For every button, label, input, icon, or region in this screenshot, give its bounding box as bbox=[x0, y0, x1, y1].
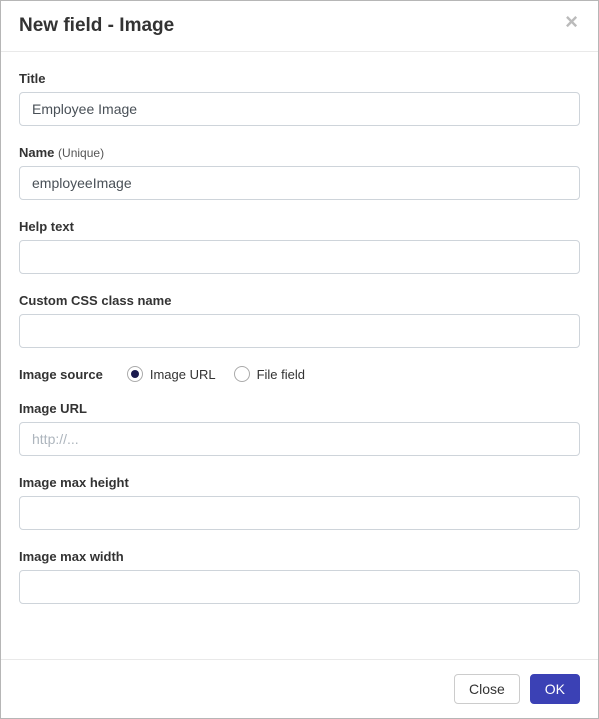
title-label: Title bbox=[19, 71, 46, 86]
imageurl-input[interactable] bbox=[19, 422, 580, 456]
image-source-label: Image source bbox=[19, 367, 103, 382]
name-input[interactable] bbox=[19, 166, 580, 200]
cssclass-label: Custom CSS class name bbox=[19, 293, 171, 308]
image-source-option-filefield[interactable]: File field bbox=[234, 366, 305, 382]
image-source-option-url[interactable]: Image URL bbox=[127, 366, 216, 382]
new-field-modal: New field - Image × Title Name (Unique) … bbox=[0, 0, 599, 719]
imageurl-label: Image URL bbox=[19, 401, 87, 416]
modal-title: New field - Image bbox=[19, 15, 174, 37]
radio-icon bbox=[234, 366, 250, 382]
helptext-label: Help text bbox=[19, 219, 74, 234]
maxwidth-label: Image max width bbox=[19, 549, 124, 564]
radio-label-url: Image URL bbox=[150, 367, 216, 382]
modal-footer: Close OK bbox=[1, 659, 598, 718]
field-maxwidth-group: Image max width bbox=[19, 548, 580, 604]
name-label-text: Name bbox=[19, 145, 54, 160]
title-input[interactable] bbox=[19, 92, 580, 126]
name-label: Name (Unique) bbox=[19, 145, 104, 160]
cssclass-input[interactable] bbox=[19, 314, 580, 348]
maxwidth-input[interactable] bbox=[19, 570, 580, 604]
radio-icon bbox=[127, 366, 143, 382]
close-icon[interactable]: × bbox=[563, 11, 580, 33]
field-imageurl-group: Image URL bbox=[19, 400, 580, 456]
maxheight-input[interactable] bbox=[19, 496, 580, 530]
modal-header: New field - Image × bbox=[1, 1, 598, 52]
close-button[interactable]: Close bbox=[454, 674, 520, 704]
name-label-hint: (Unique) bbox=[58, 146, 104, 160]
field-cssclass-group: Custom CSS class name bbox=[19, 292, 580, 348]
helptext-input[interactable] bbox=[19, 240, 580, 274]
field-maxheight-group: Image max height bbox=[19, 474, 580, 530]
field-name-group: Name (Unique) bbox=[19, 144, 580, 200]
modal-body: Title Name (Unique) Help text Custom CSS… bbox=[1, 52, 598, 659]
ok-button[interactable]: OK bbox=[530, 674, 580, 704]
field-title-group: Title bbox=[19, 70, 580, 126]
field-helptext-group: Help text bbox=[19, 218, 580, 274]
radio-label-filefield: File field bbox=[257, 367, 305, 382]
image-source-row: Image source Image URL File field bbox=[19, 366, 580, 382]
maxheight-label: Image max height bbox=[19, 475, 129, 490]
